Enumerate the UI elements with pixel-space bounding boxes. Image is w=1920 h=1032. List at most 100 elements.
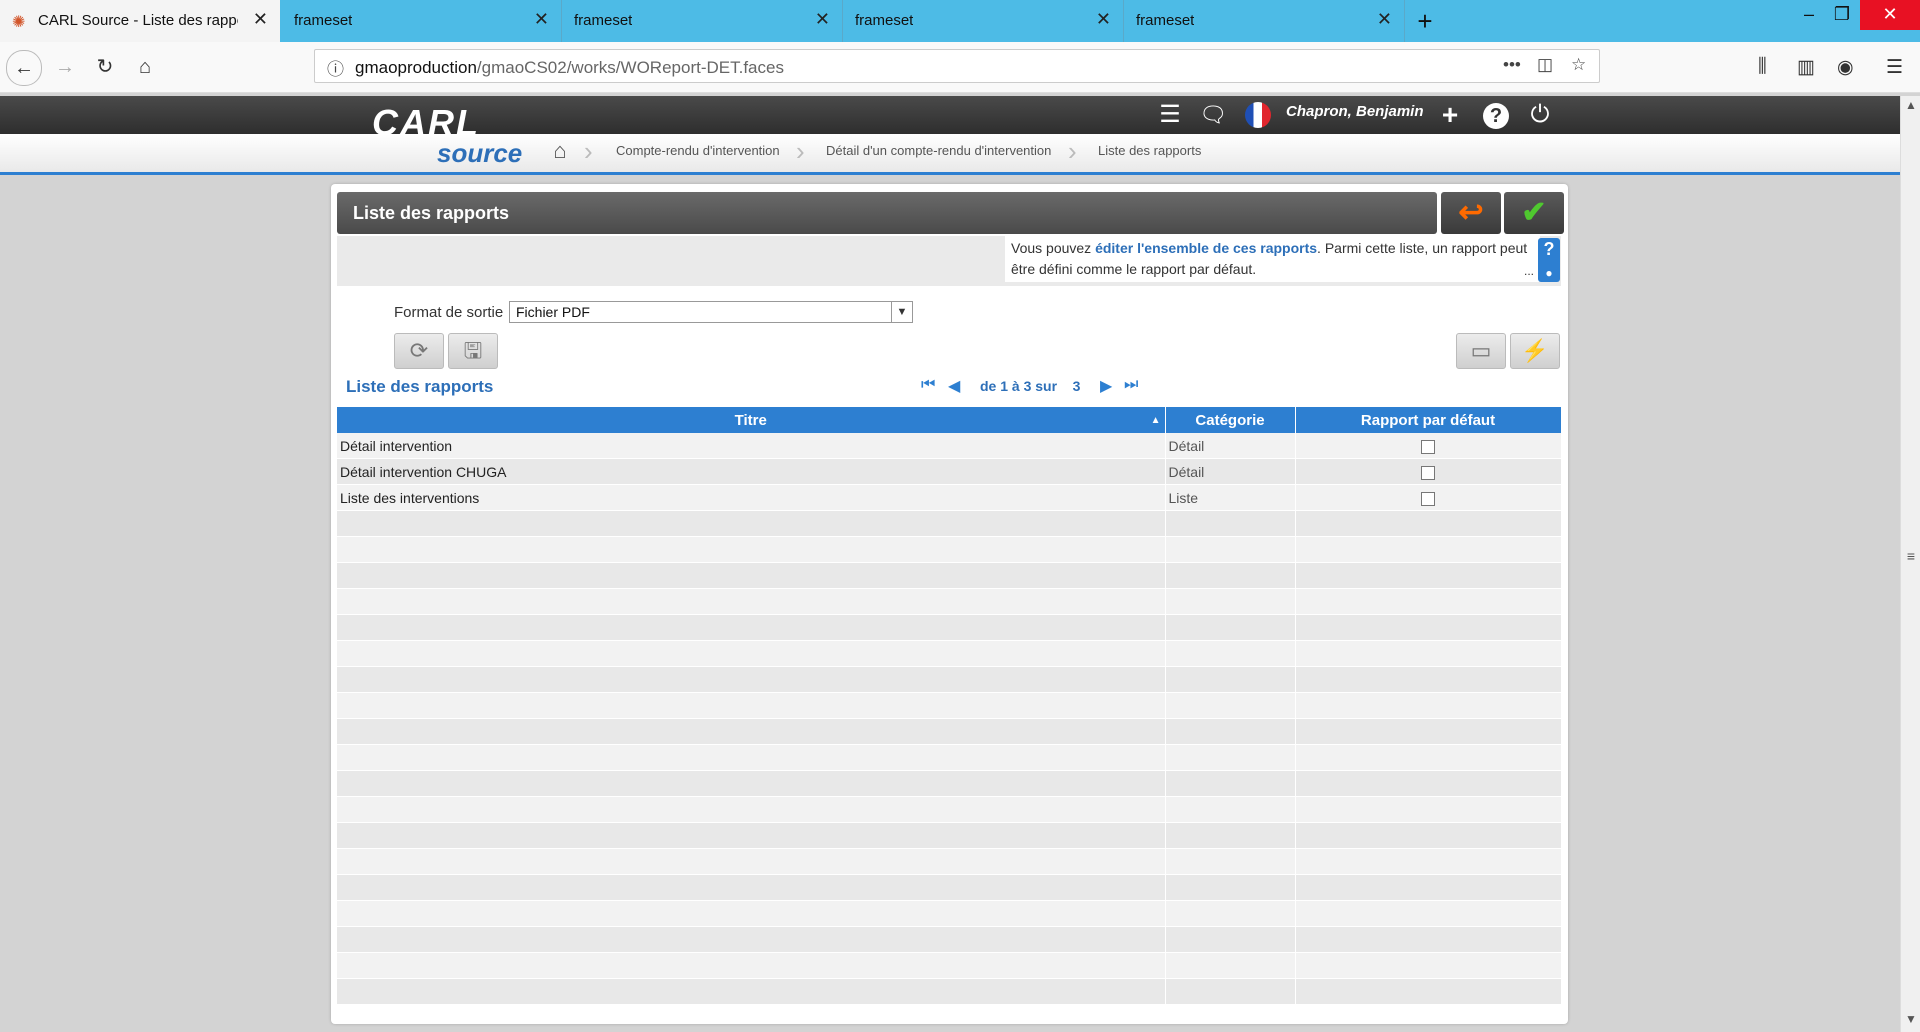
table-row[interactable]: Détail intervention Détail [337,433,1562,459]
table-row[interactable]: Détail intervention CHUGA Détail [337,458,1562,485]
column-header-title[interactable]: Titre ▲ [337,407,1166,433]
table-row[interactable]: Liste des interventions Liste [337,484,1562,511]
refresh-button[interactable]: ⟳ [394,333,444,369]
info-area: Vous pouvez éditer l'ensemble de ces rap… [337,236,1561,286]
empty-cell [337,978,1166,1005]
tab-active[interactable]: ✺ CARL Source - Liste des rappor ✕ [0,0,280,42]
pagination-text: de 1 à 3 sur 3 [980,378,1080,394]
breadcrumb-item[interactable]: Détail d'un compte-rendu d'intervention [826,136,1051,166]
toggle-circle-icon: ● [1545,266,1553,280]
row-title[interactable]: Liste des interventions [337,484,1166,511]
scroll-down-icon[interactable]: ▼ [1901,1012,1920,1026]
vertical-scrollbar[interactable]: ▲ ≡ ▼ [1900,96,1920,1032]
list-menu-icon[interactable]: ☰ [1150,100,1190,130]
empty-cell [337,796,1166,823]
first-page-icon[interactable]: ⏮ [921,376,935,394]
help-icon[interactable]: ? [1476,100,1516,130]
empty-cell [1165,770,1296,797]
empty-cell [1295,874,1562,901]
window-close-icon[interactable]: ✕ [1860,0,1920,30]
empty-cell [337,926,1166,953]
forward-arrow-icon[interactable]: → [48,50,82,84]
add-icon[interactable]: + [1430,100,1470,130]
tab-frameset[interactable]: frameset ✕ [280,0,562,42]
close-icon[interactable]: ✕ [1377,9,1392,30]
bookmark-star-icon[interactable]: ☆ [1571,55,1586,75]
tab-frameset[interactable]: frameset ✕ [843,0,1124,42]
save-disk-icon: 🖫 [463,338,483,363]
new-tab-plus-icon[interactable]: + [1408,4,1442,38]
default-checkbox[interactable] [1421,491,1435,506]
save-button[interactable]: 🖫 [448,333,498,369]
page-actions-icon[interactable]: ••• [1503,55,1521,75]
table-row-empty [337,640,1562,667]
info-link[interactable]: éditer l'ensemble de ces rapports [1095,240,1317,256]
reports-table: Titre ▲ Catégorie Rapport par défaut Déta… [337,407,1562,1005]
row-title[interactable]: Détail intervention CHUGA [337,458,1166,485]
tab-frameset[interactable]: frameset ✕ [562,0,843,42]
breadcrumb-home-icon[interactable]: ⌂ [540,136,580,166]
validate-button[interactable]: ✔ [1504,192,1564,234]
french-flag-icon[interactable] [1238,100,1278,130]
row-category: Détail [1165,458,1296,485]
empty-cell [1165,900,1296,927]
previous-page-icon[interactable]: ◀ [948,376,960,396]
breadcrumb-item[interactable]: Compte-rendu d'intervention [616,136,780,166]
info-more[interactable]: ... [1524,261,1534,282]
empty-cell [1165,562,1296,589]
monitor-icon: ▭ [1470,338,1492,363]
row-category: Détail [1165,433,1296,459]
empty-cell [1295,562,1562,589]
display-button[interactable]: ▭ [1456,333,1506,369]
empty-cell [1165,692,1296,719]
back-arrow-icon[interactable]: ← [6,50,42,86]
chevron-down-icon[interactable]: ▼ [891,302,912,322]
home-icon[interactable]: ⌂ [128,50,162,84]
table-row-empty [337,874,1562,901]
empty-cell [337,770,1166,797]
info-icon[interactable]: ⓘ [327,55,344,80]
close-icon[interactable]: ✕ [253,9,268,30]
default-checkbox[interactable] [1421,465,1435,480]
url-bar[interactable]: ⓘ gmaoproduction/gmaoCS02/works/WOReport… [314,49,1600,83]
last-page-icon[interactable]: ⏭ [1124,376,1138,394]
column-header-category[interactable]: Catégorie [1165,407,1296,433]
reload-icon[interactable]: ↻ [88,50,122,84]
empty-cell [1295,848,1562,875]
messages-icon[interactable]: 🗨 [1193,100,1233,130]
scroll-up-icon[interactable]: ▲ [1901,98,1920,112]
close-icon[interactable]: ✕ [534,9,549,30]
user-name[interactable]: Chapron, Benjamin [1286,103,1424,120]
next-page-icon[interactable]: ▶ [1100,376,1112,396]
menu-icon[interactable]: ☰ [1886,56,1903,79]
restore-icon[interactable]: ❐ [1822,0,1862,30]
close-icon[interactable]: ✕ [1096,9,1111,30]
table-row-empty [337,536,1562,563]
tab-label: frameset [294,12,353,29]
default-checkbox[interactable] [1421,439,1435,454]
sidebar-icon[interactable]: ▥ [1797,56,1815,79]
contextual-help-button[interactable]: ? ● [1538,238,1560,282]
close-icon[interactable]: ✕ [815,9,830,30]
url-text: gmaoproduction/gmaoCS02/works/WOReport-D… [355,58,784,78]
execute-button[interactable]: ⚡ [1510,333,1560,369]
power-icon[interactable]: ⏻ [1520,100,1560,130]
library-icon[interactable]: ⫼ [1758,56,1767,78]
empty-cell [1295,614,1562,641]
table-row-empty [337,692,1562,719]
tab-frameset[interactable]: frameset ✕ [1124,0,1405,42]
format-select[interactable]: Fichier PDF ▼ [509,301,913,323]
return-button[interactable]: ↩ [1441,192,1501,234]
scroll-grip-icon[interactable]: ≡ [1901,548,1920,564]
empty-cell [337,874,1166,901]
pocket-icon[interactable]: ◫ [1537,55,1553,75]
account-icon[interactable]: ◉ [1837,56,1854,79]
column-header-default[interactable]: Rapport par défaut [1295,407,1562,433]
row-default-cell [1295,458,1562,485]
empty-cell [1295,744,1562,771]
table-row-empty [337,770,1562,797]
row-title[interactable]: Détail intervention [337,433,1166,459]
breadcrumb-separator: › [584,136,593,166]
empty-cell [1165,614,1296,641]
empty-cell [1165,718,1296,745]
